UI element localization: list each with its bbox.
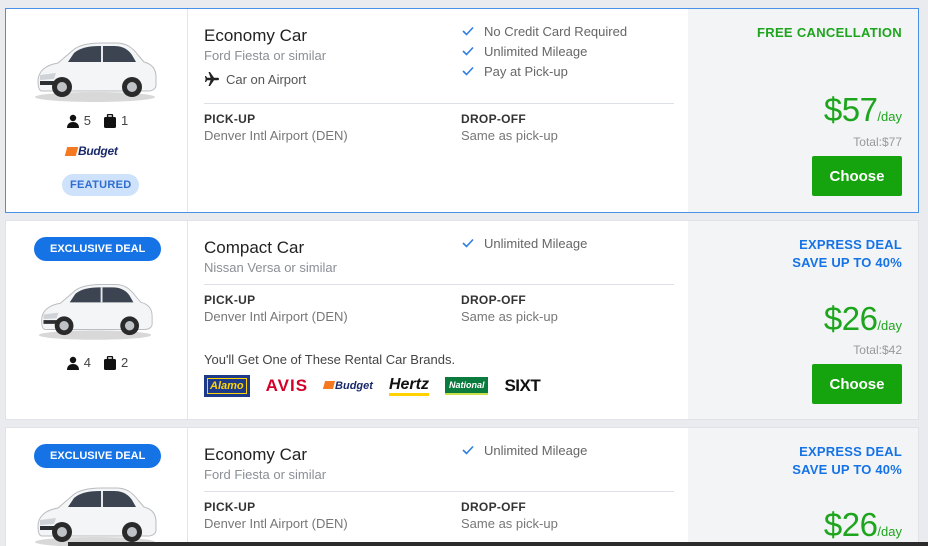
taskbar-strip	[68, 542, 928, 546]
featured-badge: FEATURED	[62, 174, 140, 196]
sixt-logo: SIXT	[504, 376, 541, 395]
check-icon	[462, 46, 474, 56]
vehicle-column: 5 1 Budget FEATURED	[6, 9, 188, 212]
brands-title: You'll Get One of These Rental Car Brand…	[204, 352, 456, 367]
express-deal-label: EXPRESS DEAL SAVE UP TO 40%	[792, 237, 902, 270]
car-class-title: Economy Car	[204, 26, 307, 45]
details-column: Economy Car Ford Fiesta or similar Car o…	[188, 9, 690, 212]
listing-card[interactable]: EXCLUSIVE DEAL 4 2 Compact Car Nissan Ve…	[5, 220, 919, 420]
feature-list: No Credit Card Required Unlimited Mileag…	[462, 21, 627, 81]
divider	[204, 284, 674, 285]
vehicle-column: EXCLUSIVE DEAL	[6, 428, 188, 546]
total-price: Total:$77	[853, 135, 902, 149]
feature-item: Unlimited Mileage	[462, 440, 587, 460]
price-column: EXPRESS DEAL SAVE UP TO 40% $26/day	[688, 428, 918, 546]
vehicle-specs: 5 1	[6, 113, 188, 128]
check-icon	[462, 238, 474, 248]
feature-item: No Credit Card Required	[462, 21, 627, 41]
total-price: Total:$42	[853, 343, 902, 357]
dropoff-label: DROP-OFF	[461, 293, 527, 307]
car-class-title: Compact Car	[204, 238, 305, 257]
pickup-location: Denver Intl Airport (DEN)	[204, 516, 348, 531]
exclusive-deal-badge: EXCLUSIVE DEAL	[34, 444, 162, 468]
avis-logo: AVIS	[265, 376, 309, 395]
alamo-logo: Alamo	[204, 375, 250, 397]
pickup-label: PICK-UP	[204, 293, 256, 307]
details-column: Economy Car Ford Fiesta or similar Unlim…	[188, 428, 690, 546]
bag-count: 2	[121, 355, 129, 370]
daily-price: $26/day	[823, 506, 902, 543]
choose-button[interactable]: Choose	[812, 364, 902, 404]
vehicle-column: EXCLUSIVE DEAL 4 2	[6, 221, 188, 419]
feature-item: Unlimited Mileage	[462, 233, 587, 253]
budget-logo: Budget	[322, 380, 373, 392]
airport-note: Car on Airport	[204, 71, 306, 87]
daily-price: $57/day	[823, 91, 902, 128]
vehicle-specs: 4 2	[6, 355, 188, 370]
feature-item: Pay at Pick-up	[462, 61, 627, 81]
passenger-count: 5	[83, 113, 91, 128]
exclusive-deal-badge: EXCLUSIVE DEAL	[34, 237, 162, 261]
dropoff-location: Same as pick-up	[461, 128, 558, 143]
listing-card[interactable]: EXCLUSIVE DEAL Economy Car Ford Fiesta o…	[5, 427, 919, 546]
daily-price: $26/day	[823, 300, 902, 337]
listing-card[interactable]: 5 1 Budget FEATURED Economy Car Ford Fie…	[5, 8, 919, 213]
details-column: Compact Car Nissan Versa or similar Unli…	[188, 221, 690, 419]
feature-list: Unlimited Mileage	[462, 440, 587, 460]
pickup-label: PICK-UP	[204, 500, 256, 514]
express-deal-label: EXPRESS DEAL SAVE UP TO 40%	[792, 444, 902, 477]
check-icon	[462, 445, 474, 455]
car-model-subtitle: Nissan Versa or similar	[204, 260, 337, 275]
hertz-logo: Hertz	[388, 376, 429, 396]
price-column: EXPRESS DEAL SAVE UP TO 40% $26/day Tota…	[688, 221, 918, 419]
brand-logos: Alamo AVIS Budget Hertz National SIXT	[204, 374, 541, 398]
car-model-subtitle: Ford Fiesta or similar	[204, 48, 327, 63]
person-icon	[66, 114, 80, 128]
car-model-subtitle: Ford Fiesta or similar	[204, 467, 327, 482]
choose-button[interactable]: Choose	[812, 156, 902, 196]
luggage-icon	[103, 356, 117, 370]
passenger-count: 4	[83, 355, 91, 370]
pickup-location: Denver Intl Airport (DEN)	[204, 128, 348, 143]
dropoff-label: DROP-OFF	[461, 500, 527, 514]
car-image	[32, 31, 158, 103]
national-logo: National	[444, 377, 489, 395]
car-image	[36, 271, 154, 343]
pickup-location: Denver Intl Airport (DEN)	[204, 309, 348, 324]
feature-list: Unlimited Mileage	[462, 233, 587, 253]
dropoff-location: Same as pick-up	[461, 516, 558, 531]
feature-item: Unlimited Mileage	[462, 41, 627, 61]
car-class-title: Economy Car	[204, 445, 307, 464]
person-icon	[66, 356, 80, 370]
dropoff-location: Same as pick-up	[461, 309, 558, 324]
luggage-icon	[103, 114, 117, 128]
check-icon	[462, 26, 474, 36]
price-column: FREE CANCELLATION $57/day Total:$77 Choo…	[688, 9, 918, 212]
check-icon	[462, 66, 474, 76]
divider	[204, 103, 674, 104]
vendor-logo: Budget	[64, 144, 118, 158]
bag-count: 1	[121, 113, 129, 128]
plane-icon	[204, 71, 220, 87]
car-image	[32, 476, 158, 546]
divider	[204, 491, 674, 492]
dropoff-label: DROP-OFF	[461, 112, 527, 126]
pickup-label: PICK-UP	[204, 112, 256, 126]
free-cancellation-label: FREE CANCELLATION	[757, 25, 902, 40]
